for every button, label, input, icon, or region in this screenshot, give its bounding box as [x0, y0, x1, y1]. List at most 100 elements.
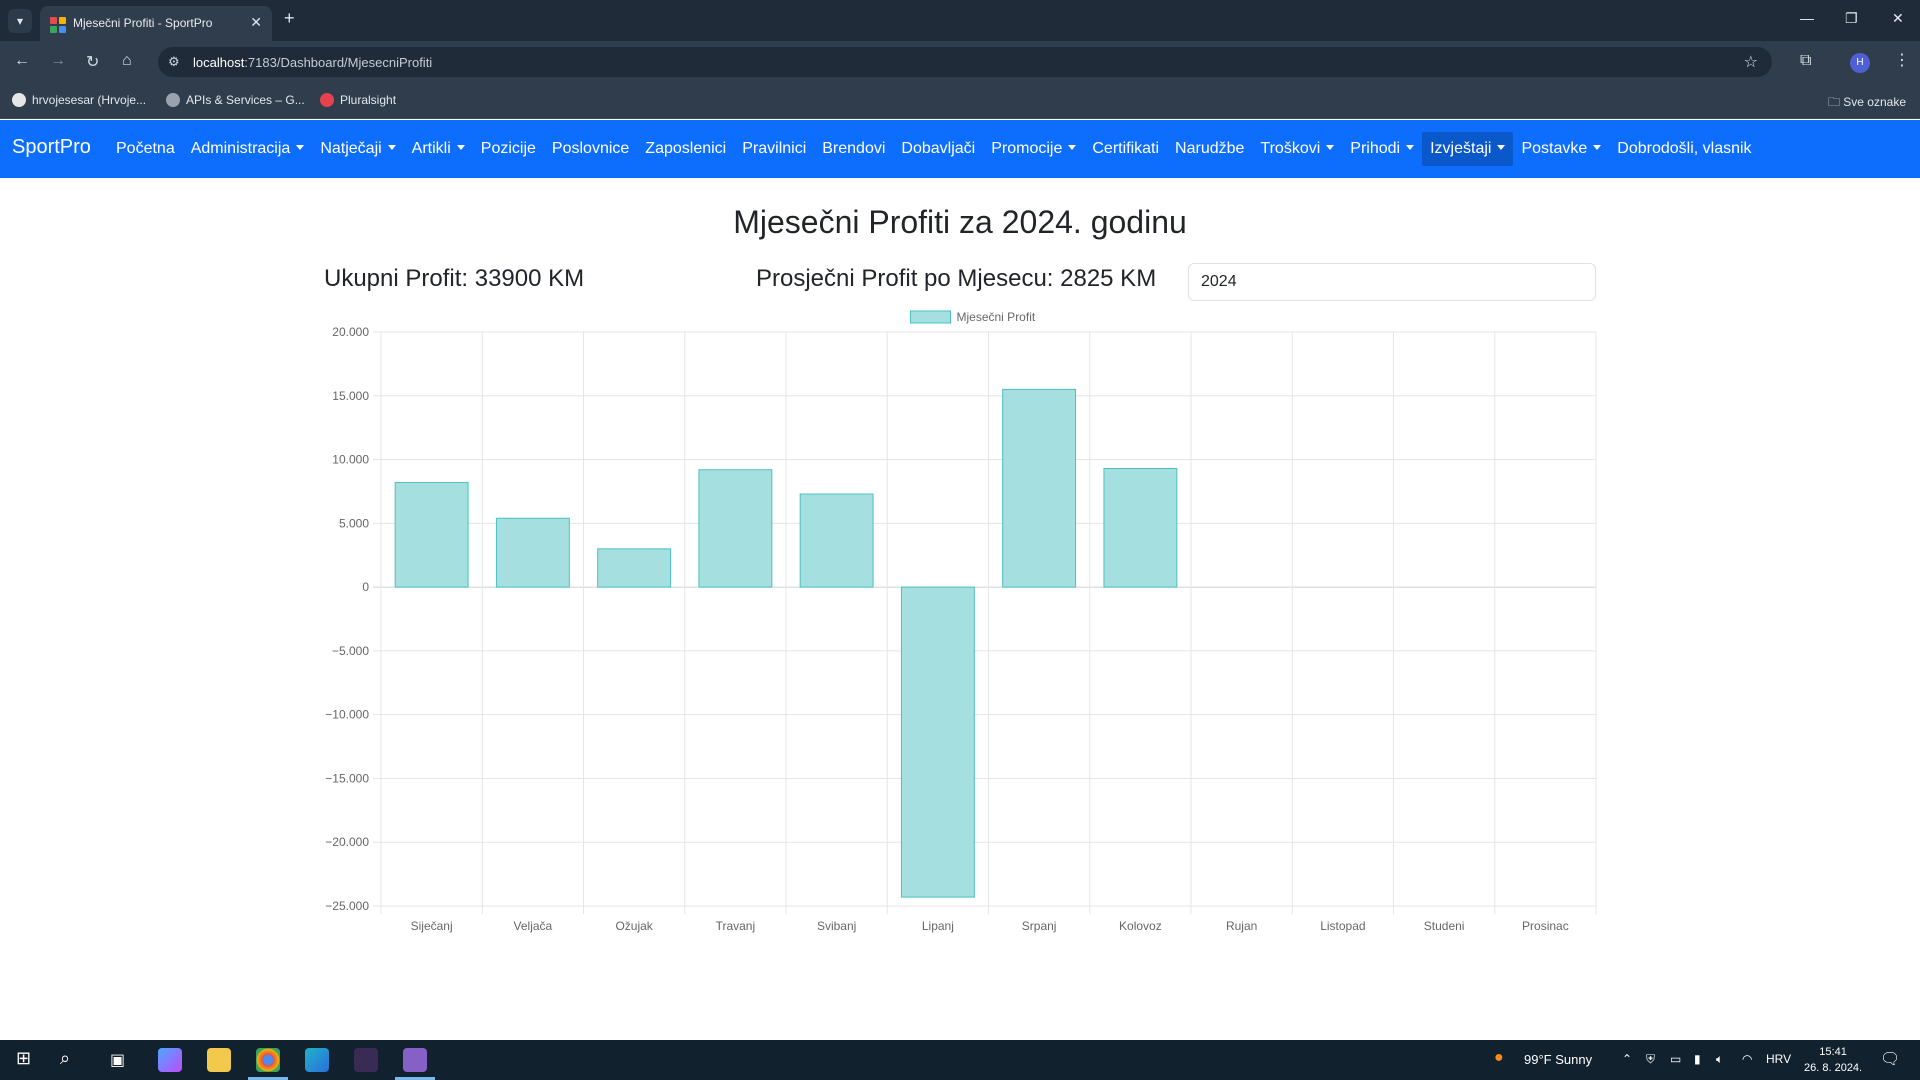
address-url[interactable]: localhost:7183/Dashboard/MjesecniProfiti [193, 55, 432, 70]
minimize-icon[interactable]: — [1800, 10, 1814, 26]
address-bar[interactable]: ⚙ localhost:7183/Dashboard/MjesecniProfi… [158, 47, 1772, 77]
weather-text[interactable]: 99°F Sunny [1524, 1052, 1592, 1067]
nav-item-dobrodo-li-vlasnik[interactable]: Dobrodošli, vlasnik [1609, 132, 1759, 166]
search-icon[interactable]: ⌕ [60, 1048, 70, 1069]
copilot-icon[interactable] [158, 1048, 182, 1072]
nav-item-certifikati[interactable]: Certifikati [1084, 132, 1167, 166]
nav-item-promocije[interactable]: Promocije [983, 132, 1084, 166]
brand-logo[interactable]: SportPro [12, 136, 91, 159]
new-tab-icon[interactable]: + [284, 8, 295, 29]
bookmark-star-icon[interactable]: ☆ [1744, 52, 1758, 72]
profile-avatar[interactable]: H [1850, 53, 1870, 73]
nav-item-label: Početna [116, 140, 175, 157]
bar-travanj [698, 469, 773, 588]
bar-ožujak [597, 548, 672, 588]
nav-item-label: Dobavljači [901, 140, 976, 157]
close-window-icon[interactable]: ✕ [1892, 10, 1904, 27]
battery-icon[interactable]: ▮ [1694, 1052, 1701, 1066]
nav-item-label: Prihodi [1350, 140, 1401, 157]
reload-icon[interactable]: ↻ [86, 52, 99, 72]
bookmark-apis[interactable]: APIs & Services – G... [166, 93, 305, 107]
x-tick-label: Svibanj [817, 919, 856, 933]
tray-chevron-icon[interactable]: ⌃ [1622, 1052, 1632, 1066]
bar-kolovoz [1103, 467, 1178, 588]
tab-list-chevron-icon[interactable]: ▾ [8, 9, 32, 33]
nav-item-pozicije[interactable]: Pozicije [473, 132, 544, 166]
nav-item-zaposlenici[interactable]: Zaposlenici [637, 132, 734, 166]
total-profit: Ukupni Profit: 33900 KM [324, 265, 585, 292]
github-icon [12, 93, 26, 107]
dropdown-caret-icon [1497, 145, 1506, 150]
pluralsight-icon [320, 93, 334, 107]
browser-tab-active[interactable]: Mjesečni Profiti - SportPro ✕ [40, 6, 272, 41]
nav-item-pravilnici[interactable]: Pravilnici [734, 132, 814, 166]
wifi-icon[interactable]: ◠ [1742, 1052, 1752, 1066]
app-navbar: SportPro Početna Administracija Natječaji A… [0, 120, 1920, 178]
volume-icon[interactable]: 🔈︎ [1716, 1052, 1723, 1067]
nav-item-label: Zaposlenici [645, 140, 727, 157]
tab-close-icon[interactable]: ✕ [250, 14, 262, 31]
nav-item-tro-kovi[interactable]: Troškovi [1252, 132, 1342, 166]
dropdown-caret-icon [456, 145, 465, 150]
visual-studio-icon[interactable] [403, 1048, 427, 1072]
nav-links: Početna Administracija Natječaji Artikli Poz… [108, 130, 1760, 168]
clock[interactable]: 15:41 26. 8. 2024. [1804, 1044, 1862, 1076]
nav-item-label: Natječaji [320, 140, 382, 157]
nav-item-label: Troškovi [1260, 140, 1321, 157]
nav-item-postavke[interactable]: Postavke [1513, 132, 1609, 166]
nav-item-izvje-taji[interactable]: Izvještaji [1422, 132, 1514, 166]
nav-item-label: Promocije [991, 140, 1063, 157]
nav-item-natje-aji[interactable]: Natječaji [312, 132, 403, 166]
bar-svibanj [799, 493, 874, 588]
browser-toolbar: ← → ↻ ⌂ ⚙ localhost:7183/Dashboard/Mjese… [0, 41, 1920, 83]
language-indicator[interactable]: HRV [1766, 1052, 1791, 1066]
bookmark-pluralsight[interactable]: Pluralsight [320, 93, 396, 107]
bar-siječanj [394, 482, 469, 588]
nav-item-administracija[interactable]: Administracija [183, 132, 313, 166]
chrome-icon[interactable] [256, 1048, 280, 1072]
dropdown-caret-icon [1406, 145, 1415, 150]
year-input[interactable] [1188, 263, 1596, 301]
nav-item-label: Poslovnice [551, 140, 630, 157]
nav-item-poslovnice[interactable]: Poslovnice [544, 132, 637, 166]
all-bookmarks[interactable]: 🗀 Sve oznake [1828, 93, 1906, 114]
bookmark-github[interactable]: hrvojesesar (Hrvoje... [12, 93, 146, 107]
x-tick-label: Srpanj [1022, 919, 1057, 933]
nav-item-po-etna[interactable]: Početna [108, 132, 183, 166]
nav-item-label: Narudžbe [1175, 140, 1245, 157]
nav-item-prihodi[interactable]: Prihodi [1342, 132, 1422, 166]
edge-icon[interactable] [305, 1048, 329, 1072]
x-tick-label: Travanj [716, 919, 756, 933]
y-tick-label: 5.000 [339, 516, 369, 530]
y-tick-label: −20.000 [325, 835, 369, 849]
task-view-icon[interactable]: ▣ [110, 1050, 125, 1070]
file-explorer-icon[interactable] [207, 1048, 231, 1072]
network-icon[interactable]: ▭ [1670, 1052, 1681, 1066]
page-title: Mjesečni Profiti za 2024. godinu [733, 204, 1187, 240]
windows-start-icon[interactable]: ⊞ [16, 1048, 31, 1069]
security-icon[interactable]: ⛨ [1646, 1052, 1655, 1067]
terminal-icon[interactable] [354, 1048, 378, 1072]
nav-item-artikli[interactable]: Artikli [404, 132, 473, 166]
browser-tab-bar: ▾ Mjesečni Profiti - SportPro ✕ + — ❐ ✕ [0, 0, 1920, 41]
x-tick-label: Veljača [514, 919, 553, 933]
site-info-icon[interactable]: ⚙ [168, 54, 180, 70]
y-tick-label: 10.000 [332, 453, 369, 467]
bar-lipanj [900, 586, 975, 898]
x-tick-label: Ožujak [615, 919, 653, 933]
weather-icon[interactable]: ● [1494, 1049, 1504, 1067]
legend-swatch [910, 310, 951, 324]
nav-item-narud-be[interactable]: Narudžbe [1167, 132, 1252, 166]
notifications-icon[interactable]: 🗨︎ [1880, 1049, 1900, 1069]
dropdown-caret-icon [296, 145, 305, 150]
home-icon[interactable]: ⌂ [122, 52, 132, 70]
restore-icon[interactable]: ❐ [1845, 10, 1858, 27]
nav-item-brendovi[interactable]: Brendovi [814, 132, 893, 166]
tab-title: Mjesečni Profiti - SportPro [73, 16, 213, 30]
extensions-icon[interactable]: ⧉ [1800, 52, 1811, 70]
back-icon[interactable]: ← [14, 52, 30, 70]
nav-item-label: Izvještaji [1430, 140, 1492, 157]
browser-menu-icon[interactable]: ⋮ [1894, 50, 1910, 70]
nav-item-dobavlja-i[interactable]: Dobavljači [893, 132, 983, 166]
forward-icon[interactable]: → [50, 52, 66, 70]
